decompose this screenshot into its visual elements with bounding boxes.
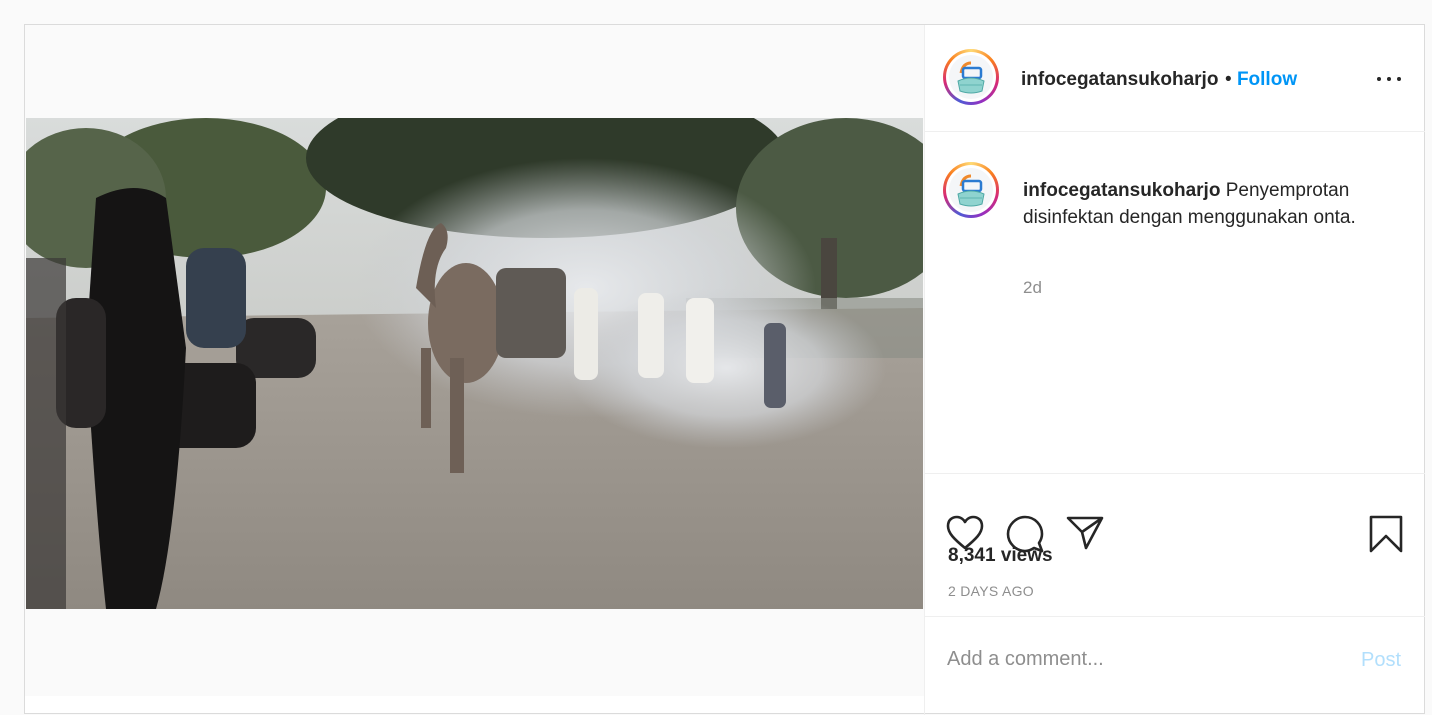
video-frame (26, 118, 923, 609)
caption-avatar[interactable] (943, 162, 999, 218)
caption-timestamp[interactable]: 2d (1023, 278, 1042, 298)
bookmark-icon[interactable] (1369, 515, 1403, 553)
ics-mask-logo-icon (949, 168, 993, 212)
dot-separator: • (1225, 69, 1232, 90)
follow-button[interactable]: • Follow (1225, 69, 1297, 91)
comment-form: Post (925, 617, 1425, 715)
author-username[interactable]: infocegatansukoharjo (1021, 69, 1218, 91)
comment-input[interactable] (947, 639, 1327, 679)
caption-username[interactable]: infocegatansukoharjo (1023, 180, 1220, 201)
post-header: infocegatansukoharjo • Follow (925, 25, 1425, 132)
media-area (25, 25, 924, 696)
post-comment-button[interactable]: Post (1361, 649, 1401, 672)
post-video[interactable] (26, 118, 923, 609)
more-options-icon[interactable] (1375, 67, 1403, 91)
post-timestamp[interactable]: 2 DAYS AGO (948, 583, 1034, 599)
views-count[interactable]: 8,341 views (948, 545, 1053, 567)
paper-plane-icon[interactable] (1066, 515, 1104, 551)
post-container: infocegatansukoharjo • Follow infocegata… (24, 24, 1425, 715)
ics-mask-logo-icon (949, 55, 993, 99)
post-actions: 8,341 views 2 DAYS AGO (925, 474, 1425, 617)
post-caption: infocegatansukoharjo Penyemprotan disinf… (925, 132, 1425, 474)
post-sidebar: infocegatansukoharjo • Follow infocegata… (924, 25, 1425, 715)
follow-label[interactable]: Follow (1237, 69, 1297, 90)
caption-text: infocegatansukoharjo Penyemprotan disinf… (1023, 177, 1383, 231)
author-avatar[interactable] (943, 49, 999, 105)
